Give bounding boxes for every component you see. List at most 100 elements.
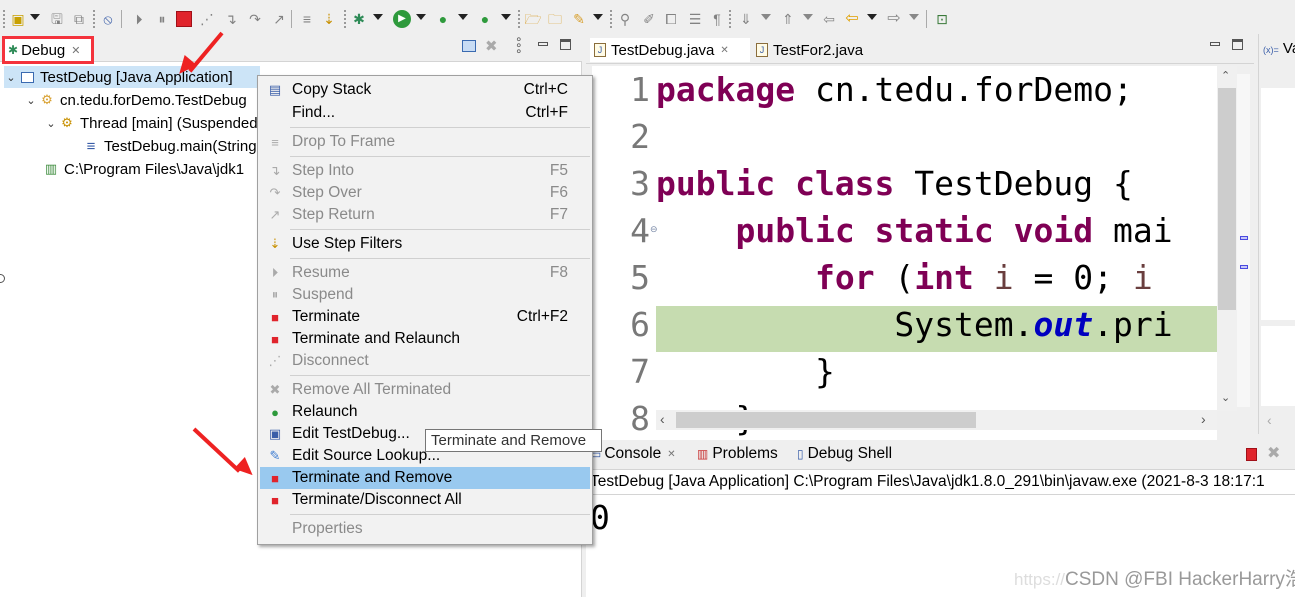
search-icon[interactable]: ✎ <box>569 9 589 29</box>
back-icon[interactable]: ⇦ <box>843 9 861 29</box>
previous-annotation-dropdown-icon[interactable] <box>803 14 813 20</box>
menu-item-disconnect[interactable]: ⋰ Disconnect <box>260 350 590 372</box>
minimize-icon[interactable] <box>538 42 548 46</box>
scroll-left-icon[interactable]: ‹ <box>660 411 665 427</box>
pilcrow-icon[interactable]: ¶ <box>710 9 724 29</box>
expand-chevron-icon[interactable]: ⌄ <box>24 94 38 107</box>
close-icon[interactable]: ✕ <box>720 45 728 56</box>
toolbar-grip[interactable] <box>518 10 520 28</box>
debug-dropdown-icon[interactable] <box>373 14 383 20</box>
save-all-icon[interactable]: ⧉ <box>70 9 88 29</box>
search-dropdown-icon[interactable] <box>593 14 603 20</box>
tree-item-frame[interactable]: ≡ TestDebug.main(String <box>82 135 257 157</box>
tab-variables[interactable]: (x)= Va <box>1263 40 1295 57</box>
toggle-breadcrumb-icon[interactable]: ⚲ <box>615 9 635 29</box>
menu-item-drop-to-frame[interactable]: ≡ Drop To Frame <box>260 131 590 153</box>
run-dropdown-icon[interactable] <box>416 14 426 20</box>
view-menu-icon[interactable]: ∘ ∘ ∘ <box>515 33 523 57</box>
step-over-icon[interactable]: ↷ <box>246 9 264 29</box>
annotation-marker[interactable] <box>1240 265 1248 269</box>
skip-breakpoints-icon[interactable]: ⦸ <box>99 9 117 29</box>
suspend-icon[interactable]: ⏸ <box>153 9 171 29</box>
external-tools-icon[interactable]: ● <box>476 9 494 29</box>
menu-item-copy-stack[interactable]: ▤ Copy Stack Ctrl+C <box>260 79 590 101</box>
forward-dropdown-icon[interactable] <box>909 14 919 20</box>
pin-editor-icon[interactable]: ⊡ <box>933 9 951 29</box>
menu-item-find[interactable]: Find... Ctrl+F <box>260 102 590 124</box>
maximize-icon[interactable] <box>560 39 571 50</box>
menu-item-step-return[interactable]: ↗ Step Return F7 <box>260 204 590 226</box>
drop-to-frame-icon[interactable]: ≡ <box>298 9 316 29</box>
menu-item-properties[interactable]: Properties <box>260 518 590 540</box>
maximize-icon[interactable] <box>1232 39 1243 50</box>
toolbar-grip[interactable] <box>3 10 5 28</box>
tree-item-launch[interactable]: ⌄ TestDebug [Java Application] <box>4 66 260 88</box>
tab-debug-shell[interactable]: ▯ Debug Shell <box>797 445 892 463</box>
collapse-all-icon[interactable] <box>462 40 476 52</box>
last-edit-location-icon[interactable]: ⇦ <box>820 9 838 29</box>
menu-item-resume[interactable]: ⏵ Resume F8 <box>260 262 590 284</box>
expand-chevron-icon[interactable]: ⌄ <box>44 117 58 130</box>
menu-item-terminate-and-relaunch[interactable]: ■ Terminate and Relaunch <box>260 328 590 350</box>
menu-item-terminate-and-remove[interactable]: ■ Terminate and Remove <box>260 467 590 489</box>
next-annotation-dropdown-icon[interactable] <box>761 14 771 20</box>
toolbar-grip[interactable] <box>93 10 95 28</box>
sash-handle-icon[interactable] <box>0 274 5 283</box>
tab-testdebug-java[interactable]: J TestDebug.java ✕ <box>590 38 750 62</box>
tree-item-process[interactable]: ▥ C:\Program Files\Java\jdk1 <box>42 158 244 180</box>
new-dropdown-icon[interactable] <box>30 14 40 20</box>
menu-item-relaunch[interactable]: ● Relaunch <box>260 401 590 423</box>
external-tools-dropdown-icon[interactable] <box>501 14 511 20</box>
annotation-marker[interactable] <box>1240 236 1248 240</box>
coverage-icon[interactable]: ● <box>434 9 452 29</box>
tab-debug[interactable]: ✱ Debug ✕ <box>2 36 94 64</box>
run-icon[interactable]: ▶ <box>393 10 411 28</box>
coverage-dropdown-icon[interactable] <box>458 14 468 20</box>
save-icon[interactable]: 🖫 <box>48 9 66 29</box>
toolbar-grip[interactable] <box>729 10 731 28</box>
menu-item-remove-all-terminated[interactable]: ✖ Remove All Terminated <box>260 379 590 401</box>
menu-item-terminate-disconnect-all[interactable]: ■ Terminate/Disconnect All <box>260 489 590 511</box>
use-step-filters-icon[interactable]: ⇣ <box>320 9 338 29</box>
scroll-left-icon[interactable]: ‹ <box>1267 412 1272 428</box>
show-whitespace-icon[interactable]: ☰ <box>686 9 704 29</box>
previous-annotation-icon[interactable]: ⇑ <box>779 9 797 29</box>
scroll-up-icon[interactable]: ⌃ <box>1221 69 1230 82</box>
terminate-icon[interactable] <box>176 11 192 27</box>
close-icon[interactable]: ✕ <box>667 449 675 460</box>
menu-item-step-over[interactable]: ↷ Step Over F6 <box>260 182 590 204</box>
debug-icon[interactable]: ✱ <box>350 9 368 29</box>
code-editor[interactable]: 1 2 3 4 5 6 7 8 ⊖ package cn.tedu.forDem… <box>592 66 1217 444</box>
close-icon[interactable]: ✕ <box>71 44 80 57</box>
block-selection-icon[interactable]: ⧠ <box>662 9 680 29</box>
resume-icon[interactable]: ⏵ <box>130 9 148 29</box>
tab-problems[interactable]: ▥ Problems <box>697 445 778 463</box>
variables-table[interactable] <box>1261 88 1295 320</box>
terminate-icon[interactable] <box>1246 448 1257 461</box>
step-return-icon[interactable]: ↗ <box>270 9 288 29</box>
open-task-icon[interactable]: 🗀 <box>545 9 565 29</box>
back-dropdown-icon[interactable] <box>867 14 877 20</box>
horizontal-scrollbar[interactable]: ‹ › <box>656 410 1217 430</box>
menu-item-step-into[interactable]: ↴ Step Into F5 <box>260 160 590 182</box>
toolbar-grip[interactable] <box>344 10 346 28</box>
overview-ruler[interactable] <box>1237 74 1250 407</box>
menu-item-use-step-filters[interactable]: ⇣ Use Step Filters <box>260 233 590 255</box>
mark-occurrences-icon[interactable]: ✐ <box>640 9 658 29</box>
tree-item-target[interactable]: ⌄ ⚙ cn.tedu.forDemo.TestDebug <box>24 89 246 111</box>
scrollbar-thumb[interactable] <box>1218 88 1236 310</box>
scroll-right-icon[interactable]: › <box>1201 411 1206 427</box>
open-type-icon[interactable]: 🗁 <box>523 9 543 29</box>
expand-chevron-icon[interactable]: ⌄ <box>4 71 18 84</box>
minimize-icon[interactable] <box>1210 42 1220 46</box>
variables-detail-pane[interactable] <box>1261 326 1295 406</box>
tab-console[interactable]: ▭ Console ✕ <box>590 445 676 463</box>
scroll-down-icon[interactable]: ⌄ <box>1221 391 1230 404</box>
menu-item-suspend[interactable]: ⏸ Suspend <box>260 284 590 306</box>
remove-all-terminated-icon[interactable]: ✖ <box>485 37 498 55</box>
vertical-scrollbar[interactable]: ⌃ ⌄ <box>1217 66 1237 411</box>
new-icon[interactable]: ▣ <box>8 9 28 29</box>
remove-launch-icon[interactable]: ✖ <box>1267 443 1280 463</box>
scrollbar-thumb[interactable] <box>676 412 976 428</box>
tree-item-thread[interactable]: ⌄ ⚙ Thread [main] (Suspended <box>44 112 257 134</box>
